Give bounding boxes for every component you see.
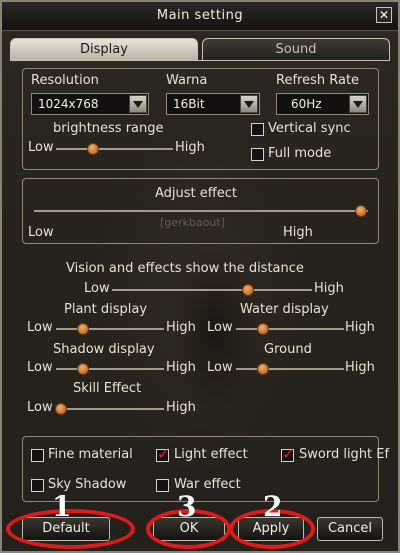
fine-material-label: Fine material: [48, 447, 133, 462]
brightness-label: brightness range: [53, 121, 164, 136]
ground-slider[interactable]: [236, 362, 344, 376]
vertical-sync-label: Vertical sync: [268, 121, 351, 136]
sky-shadow-checkbox[interactable]: [31, 479, 44, 492]
slider-track: [34, 210, 368, 212]
title-bar[interactable]: Main setting ✕: [2, 2, 398, 31]
full-mode-checkbox[interactable]: [251, 148, 264, 161]
chevron-down-icon[interactable]: [129, 95, 147, 113]
refresh-rate-select[interactable]: 60Hz: [276, 93, 369, 115]
slider-knob[interactable]: [55, 403, 68, 415]
shadow-display-label: Shadow display: [53, 342, 155, 357]
slider-knob[interactable]: [87, 143, 100, 155]
adjust-effect-low-label: Low: [28, 225, 54, 240]
ground-high-label: High: [345, 360, 375, 375]
distance-low-label: Low: [84, 281, 110, 296]
slider-knob[interactable]: [242, 284, 254, 296]
plant-display-label: Plant display: [64, 302, 148, 317]
slider-knob[interactable]: [257, 323, 269, 335]
slider-knob[interactable]: [355, 205, 368, 217]
light-effect-label: Light effect: [174, 447, 248, 462]
vertical-sync-checkbox[interactable]: [251, 123, 264, 136]
slider-track: [112, 289, 312, 291]
light-effect-checkbox[interactable]: [156, 445, 170, 463]
water-low-label: Low: [207, 320, 233, 335]
close-icon[interactable]: ✕: [376, 7, 392, 23]
skill-effect-label: Skill Effect: [73, 381, 142, 396]
sword-light-checkbox[interactable]: [281, 445, 295, 463]
brightness-low-label: Low: [28, 140, 54, 155]
resolution-value: 1024x768: [38, 97, 99, 111]
slider-knob[interactable]: [77, 323, 89, 335]
slider-track: [56, 408, 164, 410]
skill-effect-slider[interactable]: [55, 402, 164, 416]
distance-slider[interactable]: [112, 283, 312, 297]
plant-display-slider[interactable]: [56, 322, 164, 336]
adjust-effect-high-label: High: [283, 225, 313, 240]
warna-value: 16Bit: [173, 97, 205, 111]
shadow-display-slider[interactable]: [56, 362, 164, 376]
slider-track: [56, 328, 164, 330]
brightness-high-label: High: [175, 140, 205, 155]
slider-track: [56, 148, 173, 150]
plant-high-label: High: [166, 320, 196, 335]
war-effect-checkbox[interactable]: [156, 479, 169, 492]
warna-label: Warna: [166, 73, 208, 88]
ground-label: Ground: [264, 342, 312, 357]
brightness-slider[interactable]: [56, 142, 173, 156]
full-mode-label: Full mode: [268, 146, 332, 161]
watermark-text: [gerkbaout]: [160, 216, 225, 229]
warna-select[interactable]: 16Bit: [166, 93, 260, 115]
refresh-rate-value: 60Hz: [291, 97, 322, 111]
chevron-down-icon[interactable]: [349, 95, 367, 113]
annotation-number-1: 1: [52, 490, 72, 523]
ground-low-label: Low: [207, 360, 233, 375]
effects-panel: [22, 436, 379, 502]
adjust-effect-label: Adjust effect: [155, 186, 237, 201]
window-title: Main setting: [156, 8, 244, 23]
water-high-label: High: [345, 320, 375, 335]
water-display-slider[interactable]: [236, 322, 344, 336]
slider-track: [236, 328, 344, 330]
shadow-low-label: Low: [27, 360, 53, 375]
distance-high-label: High: [314, 281, 344, 296]
tab-display[interactable]: Display: [10, 38, 198, 60]
tab-divider: [10, 60, 390, 61]
annotation-number-2: 2: [263, 490, 283, 523]
slider-track: [236, 368, 344, 370]
annotation-number-3: 3: [177, 490, 197, 523]
skill-low-label: Low: [27, 400, 53, 415]
shadow-high-label: High: [166, 360, 196, 375]
water-display-label: Water display: [240, 302, 329, 317]
fine-material-checkbox[interactable]: [31, 449, 44, 462]
skill-high-label: High: [166, 400, 196, 415]
plant-low-label: Low: [27, 320, 53, 335]
slider-track: [56, 368, 164, 370]
refresh-rate-label: Refresh Rate: [276, 73, 360, 88]
slider-knob[interactable]: [77, 363, 89, 375]
tab-sound[interactable]: Sound: [202, 38, 390, 60]
distance-heading: Vision and effects show the distance: [66, 261, 304, 276]
slider-knob[interactable]: [257, 363, 269, 375]
resolution-select[interactable]: 1024x768: [31, 93, 149, 115]
resolution-label: Resolution: [31, 73, 99, 88]
chevron-down-icon[interactable]: [240, 95, 258, 113]
sword-light-label: Sword light Ef: [299, 447, 390, 462]
cancel-button[interactable]: Cancel: [317, 517, 383, 541]
